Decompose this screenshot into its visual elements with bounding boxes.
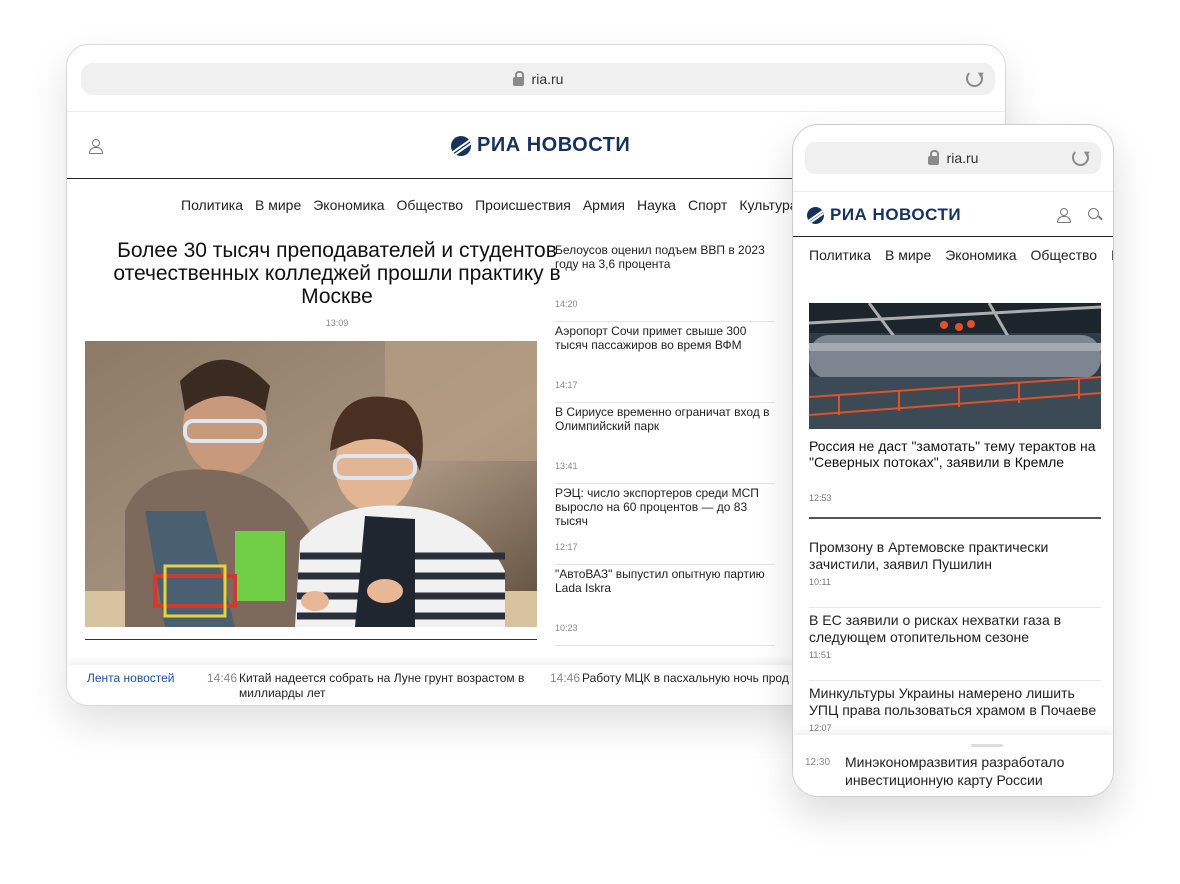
nav-item-politics[interactable]: Политика	[809, 247, 871, 263]
news-title: Промзону в Артемовске практически зачист…	[809, 539, 1049, 572]
side-news-item[interactable]: Аэропорт Сочи примет свыше 300 тысяч пас…	[555, 322, 775, 403]
side-news-title: РЭЦ: число экспортеров среди МСП выросло…	[555, 486, 759, 528]
lead-headline[interactable]: Более 30 тысяч преподавателей и студенто…	[97, 239, 577, 308]
logo-text: РИА НОВОСТИ	[477, 134, 631, 156]
ticker-time: 14:46	[550, 671, 581, 685]
lead-divider	[85, 639, 537, 640]
bottom-news-title: Минэкономразвития разработало инвестицио…	[845, 754, 1065, 788]
ticker-time: 14:46	[207, 671, 238, 685]
nav-item-world[interactable]: В мире	[255, 197, 301, 213]
site-header: РИА НОВОСТИ	[793, 191, 1113, 237]
ticker-label[interactable]: Лента новостей	[87, 671, 175, 685]
reload-icon[interactable]	[1072, 149, 1089, 166]
bottom-news-sheet[interactable]: 12:30 Минэкономразвития разработало инве…	[793, 735, 1113, 796]
logo[interactable]: РИА НОВОСТИ	[807, 205, 961, 225]
main-nav: Политика В мире Экономика Общество П	[809, 247, 1113, 263]
nav-item-sport[interactable]: Спорт	[688, 197, 727, 213]
nav-item-politics[interactable]: Политика	[181, 197, 243, 213]
logo-text: РИА НОВОСТИ	[830, 205, 962, 224]
reload-icon[interactable]	[966, 70, 983, 87]
lead-photo[interactable]	[809, 303, 1101, 429]
lead-photo[interactable]	[85, 341, 537, 627]
logo-mark-icon	[451, 135, 471, 156]
news-time: 10:11	[809, 577, 831, 587]
side-news-time: 12:17	[555, 542, 578, 552]
nav-item-economy[interactable]: Экономика	[945, 247, 1016, 263]
news-item[interactable]: Промзону в Артемовске практически зачист…	[809, 535, 1101, 608]
news-title: В ЕС заявили о рисках нехватки газа в сл…	[809, 612, 1062, 645]
nav-item-culture[interactable]: Культура	[739, 197, 797, 213]
nav-item-society[interactable]: Общество	[397, 197, 464, 213]
user-icon[interactable]	[1057, 208, 1071, 223]
lead-divider	[809, 517, 1101, 519]
news-time: 11:51	[809, 650, 831, 660]
address-bar[interactable]: ria.ru	[81, 63, 995, 95]
search-icon[interactable]	[1088, 208, 1102, 222]
side-news-time: 14:17	[555, 380, 578, 390]
news-list: Промзону в Артемовске практически зачист…	[809, 535, 1101, 754]
sheet-drag-handle[interactable]	[971, 744, 1003, 747]
side-news-list: Белоусов оценил подъем ВВП в 2023 году н…	[555, 241, 775, 646]
phone-browser: ria.ru РИА НОВОСТИ Политика В мире Эконо…	[792, 124, 1114, 797]
address-bar[interactable]: ria.ru	[805, 142, 1101, 174]
nav-item-army[interactable]: Армия	[583, 197, 625, 213]
url-text: ria.ru	[946, 150, 979, 166]
side-news-title: Аэропорт Сочи примет свыше 300 тысяч пас…	[555, 324, 747, 352]
nav-item-incidents[interactable]: Происшествия	[475, 197, 571, 213]
lead-photo-image	[809, 303, 1101, 429]
lock-icon	[512, 70, 524, 86]
side-news-time: 10:23	[555, 623, 578, 633]
mockup-stage: ria.ru РИА НОВОСТИ Политика В мире Эконо…	[0, 0, 1180, 884]
nav-item-economy[interactable]: Экономика	[313, 197, 384, 213]
nav-item-truncated[interactable]: П	[1111, 247, 1113, 263]
news-item[interactable]: В ЕС заявили о рисках нехватки газа в сл…	[809, 608, 1101, 681]
ticker-item[interactable]: 14:46 Китай надеется собрать на Луне гру…	[207, 671, 527, 701]
side-news-title: В Сириусе временно ограничат вход в Олим…	[555, 405, 770, 433]
news-title: Минкультуры Украины намерено лишить УПЦ …	[809, 685, 1097, 718]
side-news-item[interactable]: В Сириусе временно ограничат вход в Олим…	[555, 403, 775, 484]
nav-item-science[interactable]: Наука	[637, 197, 676, 213]
lead-time: 12:53	[809, 493, 832, 503]
lead-time: 13:09	[325, 318, 349, 328]
side-news-time: 13:41	[555, 461, 578, 471]
lead-headline[interactable]: Россия не даст "замотать" тему терактов …	[809, 438, 1105, 470]
side-news-item[interactable]: Белоусов оценил подъем ВВП в 2023 году н…	[555, 241, 775, 322]
news-time: 12:07	[809, 723, 832, 733]
side-news-title: "АвтоВАЗ" выпустил опытную партию Lada I…	[555, 567, 765, 595]
side-news-time: 14:20	[555, 299, 578, 309]
url-text: ria.ru	[531, 71, 564, 87]
main-nav: Политика В мире Экономика Общество Проис…	[181, 197, 819, 213]
user-icon[interactable]	[89, 139, 103, 154]
logo-mark-icon	[807, 206, 824, 224]
side-news-title: Белоусов оценил подъем ВВП в 2023 году н…	[555, 243, 765, 271]
side-news-item[interactable]: РЭЦ: число экспортеров среди МСП выросло…	[555, 484, 775, 565]
lead-photo-image	[85, 341, 537, 627]
lock-icon	[927, 149, 939, 165]
side-news-item[interactable]: "АвтоВАЗ" выпустил опытную партию Lada I…	[555, 565, 775, 646]
nav-item-world[interactable]: В мире	[885, 247, 931, 263]
nav-item-society[interactable]: Общество	[1031, 247, 1098, 263]
logo[interactable]: РИА НОВОСТИ	[451, 134, 630, 157]
ticker-title: Китай надеется собрать на Луне грунт воз…	[239, 671, 525, 700]
bottom-news-time: 12:30	[805, 757, 831, 768]
